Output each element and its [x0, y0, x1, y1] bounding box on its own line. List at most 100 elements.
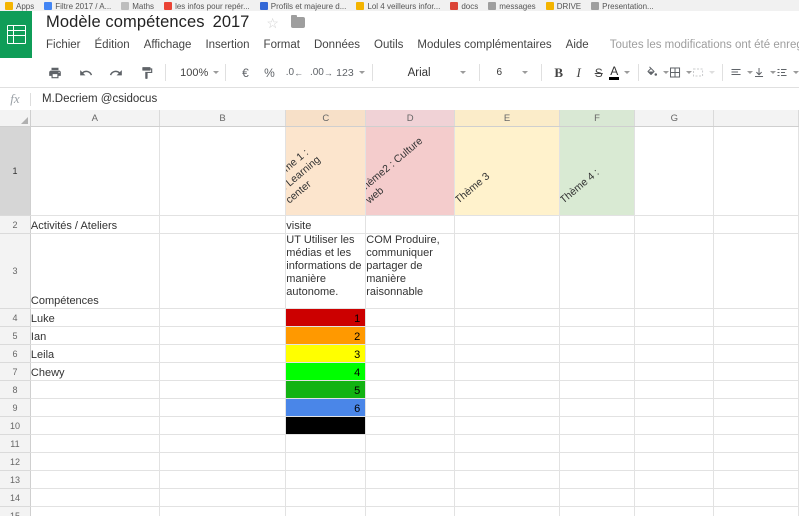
- cell-F3[interactable]: [559, 233, 636, 309]
- table-row[interactable]: 10: [0, 416, 799, 435]
- cell-G9[interactable]: [634, 398, 715, 417]
- strikethrough-button[interactable]: S: [589, 62, 609, 84]
- folder-icon[interactable]: [290, 14, 305, 28]
- cell-D6[interactable]: [365, 344, 456, 363]
- row-header-4[interactable]: 4: [0, 308, 31, 327]
- cell-B10[interactable]: [159, 416, 287, 435]
- cell-B13[interactable]: [159, 470, 287, 489]
- menu-item-dition[interactable]: Édition: [88, 36, 137, 54]
- fill-color-button[interactable]: [646, 62, 669, 84]
- cell-G3[interactable]: [634, 233, 715, 309]
- increase-decimal-button[interactable]: .00 →: [307, 62, 335, 84]
- cell-G1[interactable]: [634, 126, 715, 216]
- cell-D11[interactable]: [365, 434, 456, 453]
- cell-F14[interactable]: [559, 488, 636, 507]
- cell-F2[interactable]: [559, 215, 636, 234]
- cell-E11[interactable]: [454, 434, 560, 453]
- cell-A7[interactable]: Chewy: [30, 362, 160, 381]
- cell-D8[interactable]: [365, 380, 456, 399]
- font-size-selector[interactable]: 6: [487, 62, 512, 84]
- cell-E13[interactable]: [454, 470, 560, 489]
- cell-C10[interactable]: [285, 416, 367, 435]
- vertical-align-button[interactable]: [753, 62, 776, 84]
- cell-E14[interactable]: [454, 488, 560, 507]
- cell-G11[interactable]: [634, 434, 715, 453]
- cell-D4[interactable]: [365, 308, 456, 327]
- page-title[interactable]: Modèle compétences: [46, 13, 205, 32]
- cell-X11[interactable]: [713, 434, 799, 453]
- cell-D7[interactable]: [365, 362, 456, 381]
- cell-A15[interactable]: [30, 506, 160, 516]
- cell-B14[interactable]: [159, 488, 287, 507]
- cell-A9[interactable]: [30, 398, 160, 417]
- cell-F7[interactable]: [559, 362, 636, 381]
- cell-C1[interactable]: Thème 1 : le Learning center: [285, 126, 367, 216]
- print-icon[interactable]: [44, 62, 66, 84]
- cell-F11[interactable]: [559, 434, 636, 453]
- row-header-10[interactable]: 10: [0, 416, 31, 435]
- cell-C6[interactable]: 3: [285, 344, 367, 363]
- cell-D12[interactable]: [365, 452, 456, 471]
- cell-B11[interactable]: [159, 434, 287, 453]
- column-header-G[interactable]: G: [634, 110, 715, 127]
- cell-A8[interactable]: [30, 380, 160, 399]
- row-header-9[interactable]: 9: [0, 398, 31, 417]
- cell-X5[interactable]: [713, 326, 799, 345]
- cell-F10[interactable]: [559, 416, 636, 435]
- cell-X7[interactable]: [713, 362, 799, 381]
- cell-E4[interactable]: [454, 308, 560, 327]
- italic-button[interactable]: I: [569, 62, 589, 84]
- cell-G14[interactable]: [634, 488, 715, 507]
- cell-F8[interactable]: [559, 380, 636, 399]
- cell-X1[interactable]: [713, 126, 799, 216]
- bookmark-item[interactable]: Apps: [0, 1, 39, 12]
- cell-A4[interactable]: Luke: [30, 308, 160, 327]
- cell-C11[interactable]: [285, 434, 367, 453]
- cell-B8[interactable]: [159, 380, 287, 399]
- cell-E6[interactable]: [454, 344, 560, 363]
- cell-G12[interactable]: [634, 452, 715, 471]
- cell-B5[interactable]: [159, 326, 287, 345]
- bookmark-item[interactable]: DRIVE: [541, 1, 586, 12]
- cell-E5[interactable]: [454, 326, 560, 345]
- cell-A1[interactable]: [30, 126, 160, 216]
- menu-item-insertion[interactable]: Insertion: [198, 36, 256, 54]
- table-row[interactable]: 14: [0, 488, 799, 507]
- table-row[interactable]: 1 Thème 1 : le Learning center Thème2 : Cu…: [0, 126, 799, 216]
- cell-C12[interactable]: [285, 452, 367, 471]
- row-header-14[interactable]: 14: [0, 488, 31, 507]
- row-header-8[interactable]: 8: [0, 380, 31, 399]
- cell-G5[interactable]: [634, 326, 715, 345]
- cell-A14[interactable]: [30, 488, 160, 507]
- cell-E3[interactable]: [454, 233, 560, 309]
- number-format-selector[interactable]: 123: [335, 62, 365, 84]
- table-row[interactable]: 2 Activités / Ateliers visite: [0, 215, 799, 234]
- cell-B15[interactable]: [159, 506, 287, 516]
- cell-A3[interactable]: Compétences: [30, 233, 160, 309]
- font-family-caret[interactable]: [450, 62, 472, 84]
- column-header-blank[interactable]: [713, 110, 799, 127]
- table-row[interactable]: 4 Luke 1: [0, 308, 799, 327]
- cell-D3[interactable]: COM Produire, communiquer partager de ma…: [365, 233, 456, 309]
- decrease-decimal-button[interactable]: .0 ←: [281, 62, 307, 84]
- cell-G13[interactable]: [634, 470, 715, 489]
- cell-E15[interactable]: [454, 506, 560, 516]
- cell-E1[interactable]: Thème 3: [454, 126, 560, 216]
- cell-A12[interactable]: [30, 452, 160, 471]
- table-row[interactable]: 6 Leila 3: [0, 344, 799, 363]
- cell-A6[interactable]: Leila: [30, 344, 160, 363]
- cell-C7[interactable]: 4: [285, 362, 367, 381]
- row-header-12[interactable]: 12: [0, 452, 31, 471]
- cell-B6[interactable]: [159, 344, 287, 363]
- cell-D9[interactable]: [365, 398, 456, 417]
- bookmark-item[interactable]: messages: [483, 1, 540, 12]
- cell-F9[interactable]: [559, 398, 636, 417]
- row-header-11[interactable]: 11: [0, 434, 31, 453]
- currency-format-button[interactable]: €: [233, 62, 257, 84]
- row-header-6[interactable]: 6: [0, 344, 31, 363]
- cell-B7[interactable]: [159, 362, 287, 381]
- row-header-3[interactable]: 3: [0, 233, 31, 309]
- cell-X8[interactable]: [713, 380, 799, 399]
- cell-F15[interactable]: [559, 506, 636, 516]
- cell-B3[interactable]: [159, 233, 287, 309]
